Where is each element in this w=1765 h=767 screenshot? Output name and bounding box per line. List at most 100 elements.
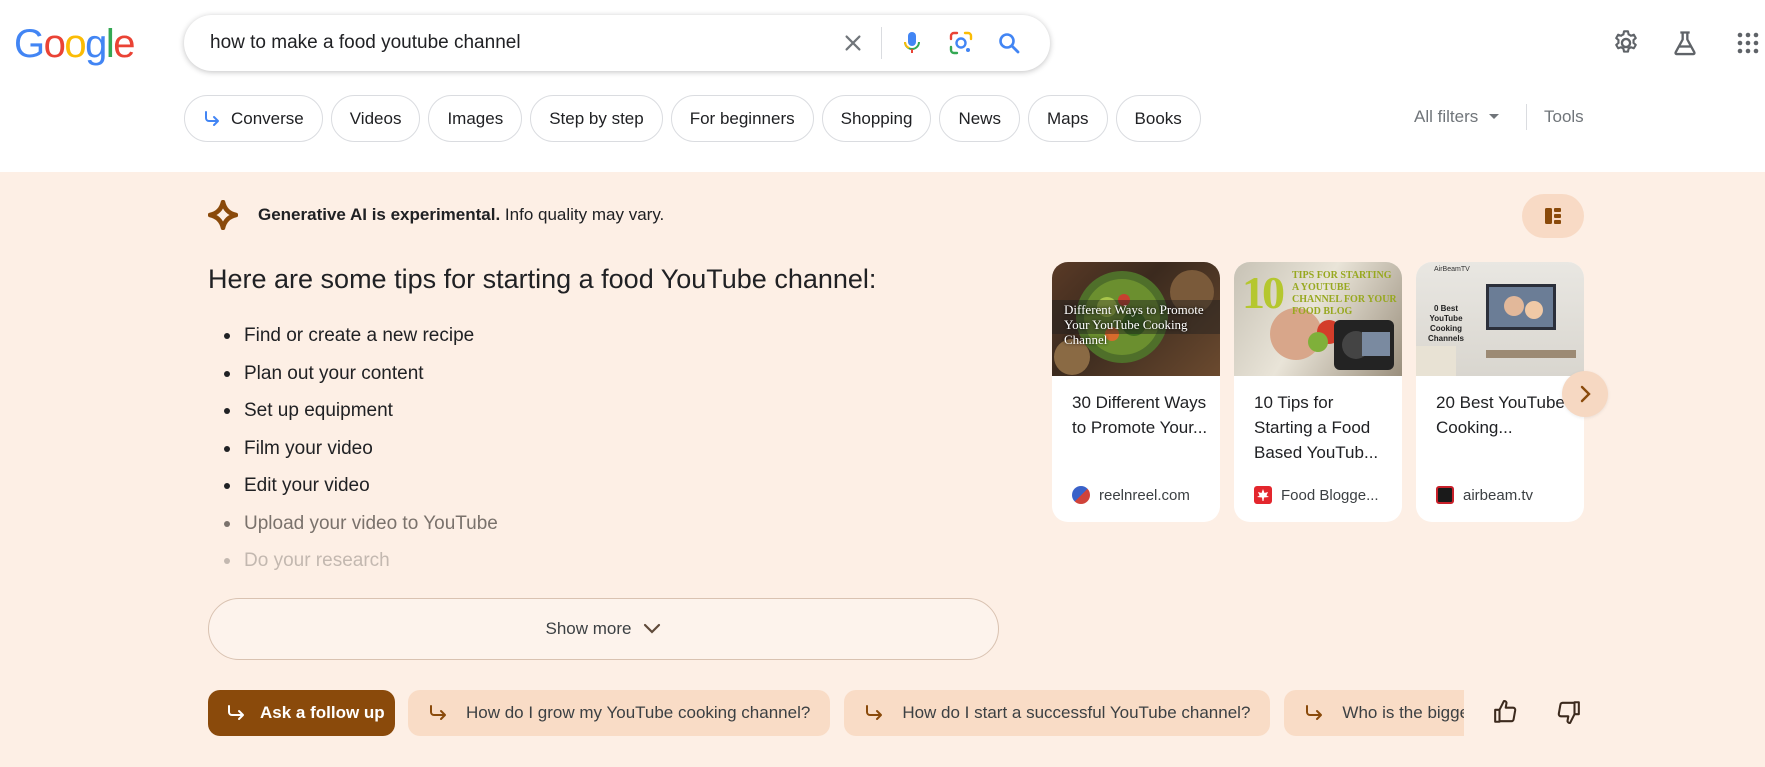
ai-answer-title: Here are some tips for starting a food Y… xyxy=(208,264,877,294)
search-input[interactable]: how to make a food youtube channel xyxy=(210,32,521,54)
followup-suggestion[interactable]: How do I start a successful YouTube chan… xyxy=(844,690,1271,736)
card-source: Food Blogge... xyxy=(1254,486,1379,504)
ai-sparkle-icon xyxy=(208,200,238,230)
clear-icon[interactable] xyxy=(839,29,867,57)
ai-notice-rest: Info quality may vary. xyxy=(500,205,665,224)
chip-step-by-step[interactable]: Step by step xyxy=(530,95,663,142)
followup-label: How do I grow my YouTube cooking channel… xyxy=(466,703,811,722)
thumbs-up-icon[interactable] xyxy=(1490,696,1522,728)
card-image-brand: AirBeamTV xyxy=(1434,266,1470,273)
all-filters-label: All filters xyxy=(1414,107,1479,126)
card-thumbnail: 10 TIPS FOR STARTING A YOUTUBE CHANNEL F… xyxy=(1234,262,1402,376)
chip-images[interactable]: Images xyxy=(428,95,523,142)
chevron-right-icon xyxy=(1579,385,1591,403)
chip-label: Books xyxy=(1134,108,1182,128)
chip-maps[interactable]: Maps xyxy=(1027,95,1108,142)
list-item: Upload your video to YouTube xyxy=(224,512,498,550)
chip-videos[interactable]: Videos xyxy=(330,95,421,142)
list-item: Edit your video xyxy=(224,474,498,512)
card-source-label: airbeam.tv xyxy=(1463,486,1534,504)
search-icon[interactable] xyxy=(995,29,1023,57)
settings-gear-icon[interactable] xyxy=(1611,28,1641,58)
card-image-caption: 0 Best YouTube Cooking Channels xyxy=(1427,304,1464,343)
chip-converse[interactable]: Converse xyxy=(184,95,323,142)
ai-notice-text: Generative AI is experimental. Info qual… xyxy=(258,205,664,225)
tools-button[interactable]: Tools xyxy=(1544,107,1584,127)
ask-follow-up-button[interactable]: Ask a follow up xyxy=(208,690,395,736)
followup-label: Who is the biggest food YouTuber? xyxy=(1342,703,1464,722)
thumbs-down-icon[interactable] xyxy=(1552,696,1584,728)
chip-shopping[interactable]: Shopping xyxy=(821,95,932,142)
card-source-label: reelnreel.com xyxy=(1099,486,1190,504)
chip-news[interactable]: News xyxy=(939,95,1020,142)
carousel-next-button[interactable] xyxy=(1562,371,1608,417)
chip-label: News xyxy=(958,108,1001,128)
chip-for-beginners[interactable]: For beginners xyxy=(670,95,814,142)
suggested-followups: How do I grow my YouTube cooking channel… xyxy=(408,690,1464,736)
logo-letter: l xyxy=(105,22,115,66)
source-card[interactable]: 10 TIPS FOR STARTING A YOUTUBE CHANNEL F… xyxy=(1234,262,1402,522)
ai-notice: Generative AI is experimental. Info qual… xyxy=(208,200,664,230)
return-arrow-icon xyxy=(226,704,246,722)
all-filters-button[interactable]: All filters xyxy=(1414,107,1500,127)
source-card[interactable]: AirBeamTV 0 Best YouTube Cooking Channel… xyxy=(1416,262,1584,522)
card-thumbnail: AirBeamTV 0 Best YouTube Cooking Channel… xyxy=(1416,262,1584,376)
logo-letter: G xyxy=(14,22,45,66)
chip-label: Images xyxy=(447,108,504,128)
card-image-number: 10 xyxy=(1242,267,1285,318)
logo-letter: o xyxy=(64,22,86,66)
followup-suggestion[interactable]: How do I grow my YouTube cooking channel… xyxy=(408,690,831,736)
return-arrow-icon xyxy=(203,110,221,128)
logo-letter: o xyxy=(43,22,66,66)
chip-label: Step by step xyxy=(549,108,644,128)
chip-books[interactable]: Books xyxy=(1115,95,1201,142)
tips-list: Find or create a new recipe Plan out you… xyxy=(224,324,498,587)
google-logo[interactable]: Google xyxy=(14,22,135,67)
followup-suggestion[interactable]: Who is the biggest food YouTuber? xyxy=(1284,690,1464,736)
chip-label: Converse xyxy=(231,108,304,128)
search-divider xyxy=(881,27,882,59)
card-title: 30 Different Ways to Promote Your... xyxy=(1072,393,1208,437)
list-item: Set up equipment xyxy=(224,399,498,437)
card-source-label: Food Blogge... xyxy=(1281,486,1379,504)
list-item: Find or create a new recipe xyxy=(224,324,498,362)
microphone-icon[interactable] xyxy=(898,29,926,57)
source-card[interactable]: Different Ways to Promote Your YouTube C… xyxy=(1052,262,1220,522)
layout-panel-icon xyxy=(1544,207,1562,225)
card-thumbnail: Different Ways to Promote Your YouTube C… xyxy=(1052,262,1220,376)
chip-label: Shopping xyxy=(840,108,913,128)
chip-label: Maps xyxy=(1046,108,1089,128)
list-item: Do your research xyxy=(224,549,498,587)
ask-follow-up-label: Ask a follow up xyxy=(260,703,385,722)
return-arrow-icon xyxy=(864,704,884,722)
logo-letter: g xyxy=(85,22,107,66)
ai-overview-panel: Generative AI is experimental. Info qual… xyxy=(0,172,1765,767)
food-blogger-favicon-icon xyxy=(1254,486,1272,504)
dropdown-caret-icon xyxy=(1488,113,1500,121)
card-source: airbeam.tv xyxy=(1436,486,1533,504)
followup-label: How do I start a successful YouTube chan… xyxy=(902,703,1251,722)
card-title: 20 Best YouTube Cooking... xyxy=(1436,393,1565,437)
search-chips: Converse Videos Images Step by step For … xyxy=(184,95,1201,143)
header: Google how to make a food youtube channe… xyxy=(0,0,1765,172)
card-title: 10 Tips for Starting a Food Based YouTub… xyxy=(1254,393,1379,462)
labs-flask-icon[interactable] xyxy=(1670,28,1700,58)
chip-label: For beginners xyxy=(689,108,795,128)
filters-divider xyxy=(1526,104,1527,130)
apps-grid-icon[interactable] xyxy=(1733,28,1763,58)
logo-letter: e xyxy=(113,22,135,66)
card-source: reelnreel.com xyxy=(1072,486,1190,504)
chevron-down-icon xyxy=(643,623,661,635)
lens-icon[interactable] xyxy=(947,29,975,57)
ai-notice-bold: Generative AI is experimental. xyxy=(258,205,501,224)
return-arrow-icon xyxy=(428,704,448,722)
show-more-button[interactable]: Show more xyxy=(208,598,999,660)
chip-label: Videos xyxy=(349,108,402,128)
airbeam-favicon-icon xyxy=(1436,486,1454,504)
return-arrow-icon xyxy=(1304,704,1324,722)
list-item: Film your video xyxy=(224,437,498,475)
search-box[interactable]: how to make a food youtube channel xyxy=(184,15,1050,71)
layout-toggle-button[interactable] xyxy=(1522,194,1584,238)
show-more-label: Show more xyxy=(545,619,632,638)
card-image-caption: TIPS FOR STARTING A YOUTUBE CHANNEL FOR … xyxy=(1292,270,1397,317)
